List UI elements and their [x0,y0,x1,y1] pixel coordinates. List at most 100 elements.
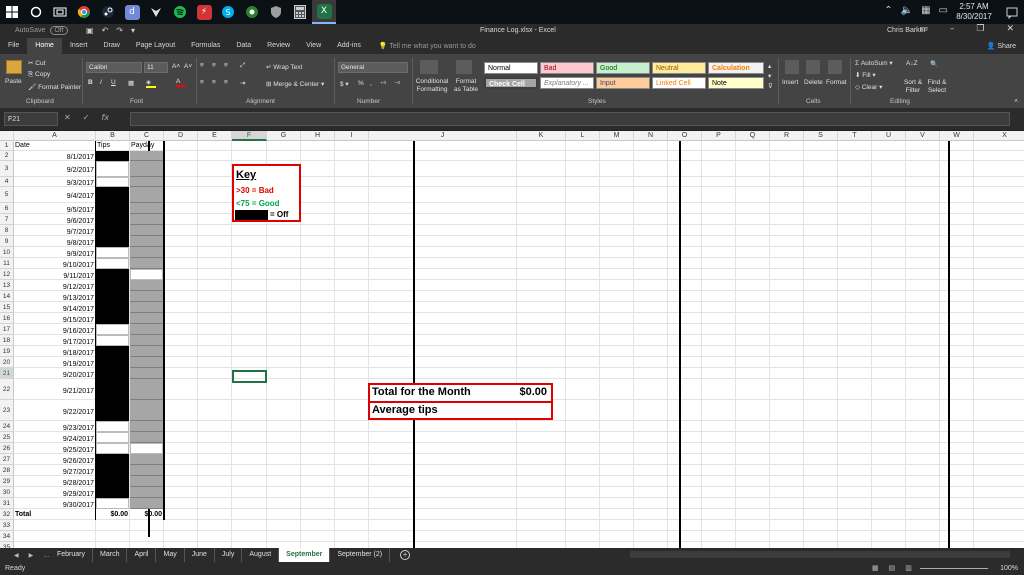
date-cell[interactable]: 9/4/2017 [14,187,96,203]
column-header-s[interactable]: S [804,131,838,141]
add-sheet-icon[interactable]: + [400,550,411,560]
tips-cell-off[interactable] [96,487,129,498]
row-header[interactable]: 4 [0,177,14,187]
tips-cell-off[interactable] [96,346,129,357]
row-header[interactable]: 12 [0,269,14,280]
column-header-r[interactable]: R [770,131,804,141]
font-name-select[interactable]: Calibri [86,62,142,73]
row-header[interactable]: 29 [0,476,14,487]
date-cell[interactable]: 9/7/2017 [14,225,96,236]
font-size-select[interactable]: 11 [144,62,168,73]
date-cell[interactable]: 9/30/2017 [14,498,96,509]
tips-cell[interactable] [96,421,129,432]
comma-icon[interactable]: , [370,80,372,87]
ribbon-display-icon[interactable]: ▭ [919,24,928,34]
tips-cell-off[interactable] [96,313,129,324]
tips-cell-off[interactable] [96,357,129,368]
column-header-a[interactable]: A [14,131,96,141]
date-cell[interactable]: 9/3/2017 [14,177,96,187]
formula-input[interactable] [130,112,1010,126]
column-header-v[interactable]: V [906,131,940,141]
orientation-icon[interactable]: ⤢ [240,62,245,70]
tab-home[interactable]: Home [27,38,62,54]
style-bad[interactable]: Bad [540,62,594,74]
tips-cell[interactable] [96,161,129,177]
column-header-q[interactable]: Q [736,131,770,141]
insert-function-icon[interactable]: fx [101,113,109,122]
payday-cell[interactable] [130,487,163,498]
date-cell[interactable]: 9/5/2017 [14,203,96,214]
column-header-l[interactable]: L [566,131,600,141]
number-format-select[interactable]: General [338,62,408,73]
payday-cell[interactable] [130,177,163,187]
action-center-icon[interactable] [1006,6,1018,20]
payday-cell[interactable] [130,236,163,247]
row-header[interactable]: 19 [0,346,14,357]
format-as-table-button[interactable]: Format as Table [452,78,480,94]
tips-cell-off[interactable] [96,465,129,476]
tips-cell-off[interactable] [96,476,129,487]
sheet-tab-september-2[interactable]: September (2) [330,548,391,562]
share-button[interactable]: 👤 Share [987,42,1016,50]
row-header[interactable]: 14 [0,291,14,302]
align-top-icon[interactable]: ≡ [200,62,204,69]
row-header[interactable]: 21 [0,368,14,379]
column-header-x[interactable]: X [974,131,1024,141]
tips-cell[interactable] [96,258,129,269]
date-cell[interactable]: 9/29/2017 [14,487,96,498]
styles-scroll-up-icon[interactable]: ▴ [768,62,771,70]
column-header-w[interactable]: W [940,131,974,141]
paste-icon[interactable] [6,60,22,74]
tab-data[interactable]: Data [228,38,259,54]
date-cell[interactable]: 9/28/2017 [14,476,96,487]
tips-cell-off[interactable] [96,187,129,203]
style-check-cell[interactable]: Check Cell [484,77,538,89]
fill-color-icon[interactable]: ◈ [146,78,156,88]
zoom-level[interactable]: 100% [1000,565,1018,572]
steam-icon[interactable] [96,0,120,24]
payday-cell[interactable] [130,225,163,236]
tips-cell-off[interactable] [96,368,129,379]
row-header[interactable]: 24 [0,421,14,432]
skype-icon[interactable]: S [216,0,240,24]
payday-cell[interactable] [130,465,163,476]
payday-cell[interactable] [130,269,163,280]
row-header[interactable]: 15 [0,302,14,313]
tell-me-search[interactable]: 💡 Tell me what you want to do [379,42,476,50]
chevron-up-icon[interactable]: ⌃ [884,5,892,16]
tips-cell-off[interactable] [96,291,129,302]
tips-cell-off[interactable] [96,151,129,161]
row-header[interactable]: 7 [0,214,14,225]
total-label[interactable]: Total [15,509,31,520]
column-header-f[interactable]: F [232,131,267,141]
customize-qat-icon[interactable]: ▾ [131,26,135,35]
date-cell[interactable]: 9/9/2017 [14,247,96,258]
tab-draw[interactable]: Draw [95,38,127,54]
header-date[interactable]: Date [14,141,96,151]
row-header[interactable]: 30 [0,487,14,498]
sheet-tab-may[interactable]: May [156,548,185,562]
row-header[interactable]: 34 [0,531,14,542]
increase-decimal-icon[interactable]: ⁺⁰ [380,80,386,88]
tips-cell[interactable] [96,335,129,346]
row-header[interactable]: 23 [0,400,14,421]
style-normal[interactable]: Normal [484,62,538,74]
tips-cell[interactable] [96,443,129,454]
date-cell[interactable]: 9/22/2017 [14,400,96,421]
borders-icon[interactable]: ▦ [128,79,134,87]
sheet-tab-august[interactable]: August [242,548,280,562]
date-cell[interactable]: 9/23/2017 [14,421,96,432]
tips-cell[interactable] [96,177,129,187]
payday-cell[interactable] [130,280,163,291]
date-cell[interactable]: 9/11/2017 [14,269,96,280]
payday-cell[interactable] [130,247,163,258]
notification-icon[interactable]: ▭ [939,5,948,16]
payday-cell[interactable] [130,214,163,225]
worksheet-grid[interactable]: ABCDEFGHIJKLMNOPQRSTUVWX 1 2 3 4 5 6 7 8 9 10 11 12… [0,131,1024,548]
payday-cell[interactable] [130,443,163,454]
payday-cell[interactable] [130,498,163,509]
row-header[interactable]: 28 [0,465,14,476]
sheet-tab-february[interactable]: February [50,548,94,562]
payday-cell[interactable] [130,324,163,335]
app-green-icon[interactable] [240,0,264,24]
